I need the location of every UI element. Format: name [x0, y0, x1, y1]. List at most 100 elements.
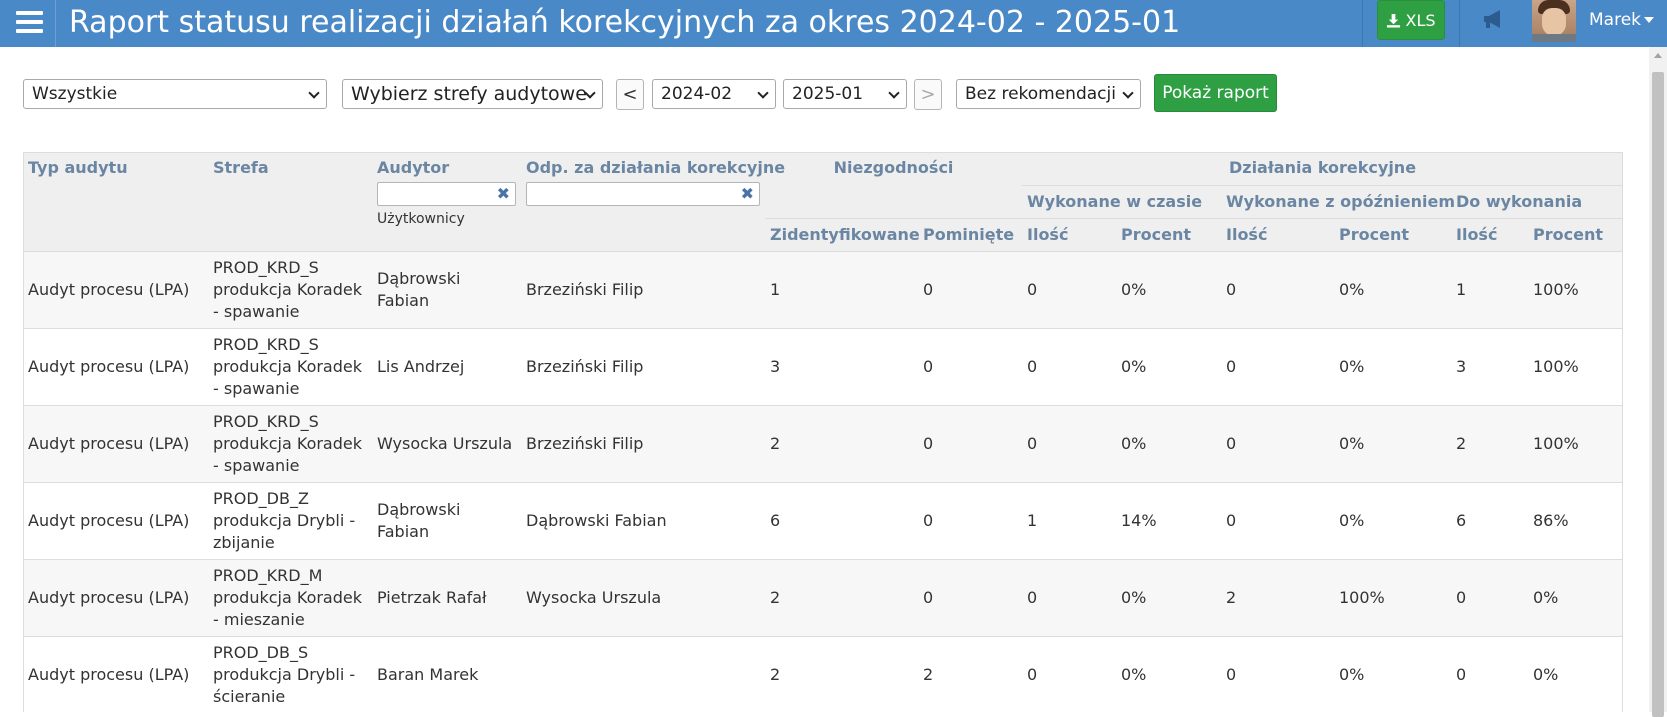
zone-code: PROD_DB_Z: [213, 488, 309, 508]
cell-late-pct: 0%: [1334, 481, 1451, 559]
cell-identified: 2: [765, 635, 918, 713]
cell-responsible: Brzeziński Filip: [521, 250, 765, 328]
user-menu[interactable]: Marek: [1589, 0, 1655, 40]
user-name: Marek: [1589, 10, 1642, 30]
cell-late-qty: 0: [1221, 327, 1334, 405]
auditor-filter-sublabel: Użytkownicy: [377, 211, 465, 227]
megaphone-icon[interactable]: [1480, 8, 1510, 30]
divider: [1459, 0, 1460, 47]
clear-icon[interactable]: ✖: [741, 184, 754, 203]
zone-code: PROD_KRD_S: [213, 411, 319, 431]
cell-late-pct: 0%: [1334, 635, 1451, 713]
zone-code: PROD_KRD_S: [213, 334, 319, 354]
cell-todo-qty: 3: [1451, 327, 1528, 405]
cell-skipped: 0: [918, 327, 1022, 405]
cell-late-qty: 0: [1221, 404, 1334, 482]
audit-zones-select-value: Wybierz strefy audytowe: [351, 83, 587, 105]
cell-zone: PROD_DB_Z produkcja Drybli - zbijanie: [208, 481, 372, 559]
header-responsible-label[interactable]: Odp. za działania korekcyjne: [526, 158, 785, 177]
header-ontime-pct[interactable]: Procent: [1116, 217, 1221, 251]
cell-todo-pct: 86%: [1528, 481, 1624, 559]
header-auditor-label[interactable]: Audytor: [377, 158, 516, 177]
chevron-down-icon: [757, 87, 769, 99]
cell-identified: 2: [765, 558, 918, 636]
cell-late-pct: 0%: [1334, 404, 1451, 482]
cell-todo-pct: 0%: [1528, 558, 1624, 636]
clear-icon[interactable]: ✖: [497, 184, 510, 203]
table-row: Audyt procesu (LPA) PROD_KRD_S produkcja K…: [23, 327, 1624, 405]
report-table-container: Typ audytu Strefa Audytor ✖ Użytkownicy …: [23, 152, 1624, 713]
cell-zone: PROD_KRD_S produkcja Koradek - spawanie: [208, 250, 372, 328]
period-from-select[interactable]: 2024-02: [652, 79, 776, 109]
cell-todo-qty: 6: [1451, 481, 1528, 559]
header-auditor: Audytor ✖ Użytkownicy: [372, 152, 521, 251]
auditor-filter-input[interactable]: ✖: [377, 182, 516, 206]
period-to-select[interactable]: 2025-01: [783, 79, 907, 109]
cell-responsible: Dąbrowski Fabian: [521, 481, 765, 559]
cell-ontime-qty: 0: [1022, 558, 1116, 636]
cell-todo-qty: 1: [1451, 250, 1528, 328]
table-row: Audyt procesu (LPA) PROD_KRD_S produkcja K…: [23, 404, 1624, 482]
recommendation-select[interactable]: Bez rekomendacji: [956, 79, 1141, 109]
cell-late-qty: 0: [1221, 481, 1334, 559]
header-ontime-qty[interactable]: Ilość: [1022, 217, 1116, 251]
cell-audit-type: Audyt procesu (LPA): [23, 250, 208, 328]
cell-auditor: Dąbrowski Fabian: [372, 250, 521, 328]
cell-todo-pct: 100%: [1528, 404, 1624, 482]
cell-todo-pct: 100%: [1528, 327, 1624, 405]
zone-name: produkcja Koradek - spawanie: [213, 433, 362, 475]
cell-late-qty: 0: [1221, 250, 1334, 328]
avatar[interactable]: [1532, 0, 1576, 42]
header-zone[interactable]: Strefa: [208, 152, 372, 251]
previous-period-button[interactable]: <: [616, 79, 644, 110]
cell-zone: PROD_KRD_S produkcja Koradek - spawanie: [208, 404, 372, 482]
header-todo-pct[interactable]: Procent: [1528, 217, 1624, 251]
cell-identified: 1: [765, 250, 918, 328]
header-todo-qty[interactable]: Ilość: [1451, 217, 1528, 251]
cell-auditor: Dąbrowski Fabian: [372, 481, 521, 559]
scrollbar-thumb[interactable]: [1652, 72, 1664, 717]
header-late-pct[interactable]: Procent: [1334, 217, 1451, 251]
cell-ontime-qty: 0: [1022, 327, 1116, 405]
cell-skipped: 0: [918, 404, 1022, 482]
scroll-up-icon[interactable]: [1654, 53, 1662, 58]
cell-late-pct: 0%: [1334, 327, 1451, 405]
cell-skipped: 0: [918, 250, 1022, 328]
responsible-filter-input[interactable]: ✖: [526, 182, 760, 206]
header-done-on-time: Wykonane w czasie: [1022, 184, 1221, 218]
show-report-button[interactable]: Pokaż raport: [1154, 74, 1277, 112]
cell-responsible: Brzeziński Filip: [521, 327, 765, 405]
export-xls-button[interactable]: XLS: [1377, 0, 1445, 40]
cell-audit-type: Audyt procesu (LPA): [23, 327, 208, 405]
cell-ontime-pct: 0%: [1116, 327, 1221, 405]
cell-todo-qty: 2: [1451, 404, 1528, 482]
cell-late-qty: 0: [1221, 635, 1334, 713]
audit-zones-select[interactable]: Wybierz strefy audytowe: [342, 79, 603, 109]
header-identified[interactable]: Zidentyfikowane: [765, 217, 920, 251]
header-nonconformities: Niezgodności: [765, 152, 1022, 218]
cell-ontime-qty: 1: [1022, 481, 1116, 559]
cell-responsible: Brzeziński Filip: [521, 404, 765, 482]
table-row: Audyt procesu (LPA) PROD_KRD_S produkcja K…: [23, 250, 1624, 328]
cell-late-pct: 0%: [1334, 250, 1451, 328]
cell-auditor: Baran Marek: [372, 635, 521, 713]
zone-name: produkcja Koradek - spawanie: [213, 279, 362, 321]
vertical-scrollbar[interactable]: [1649, 47, 1667, 717]
cell-late-qty: 2: [1221, 558, 1334, 636]
divider: [1362, 0, 1363, 47]
cell-audit-type: Audyt procesu (LPA): [23, 404, 208, 482]
next-period-button[interactable]: >: [914, 79, 942, 110]
audit-type-select[interactable]: Wszystkie: [23, 79, 327, 109]
header-skipped[interactable]: Pominięte: [918, 217, 1022, 251]
cell-zone: PROD_KRD_S produkcja Koradek - spawanie: [208, 327, 372, 405]
period-to-value: 2025-01: [792, 84, 864, 104]
header-audit-type[interactable]: Typ audytu: [23, 152, 208, 251]
header-late-qty[interactable]: Ilość: [1221, 217, 1334, 251]
cell-ontime-qty: 0: [1022, 250, 1116, 328]
top-bar: Raport statusu realizacji działań korekc…: [0, 0, 1667, 47]
header-done-late: Wykonane z opóźnieniem: [1221, 184, 1455, 218]
zone-name: produkcja Drybli - ścieranie: [213, 664, 356, 706]
cell-ontime-qty: 0: [1022, 404, 1116, 482]
header-to-do: Do wykonania: [1451, 184, 1624, 218]
menu-icon[interactable]: [0, 0, 56, 47]
